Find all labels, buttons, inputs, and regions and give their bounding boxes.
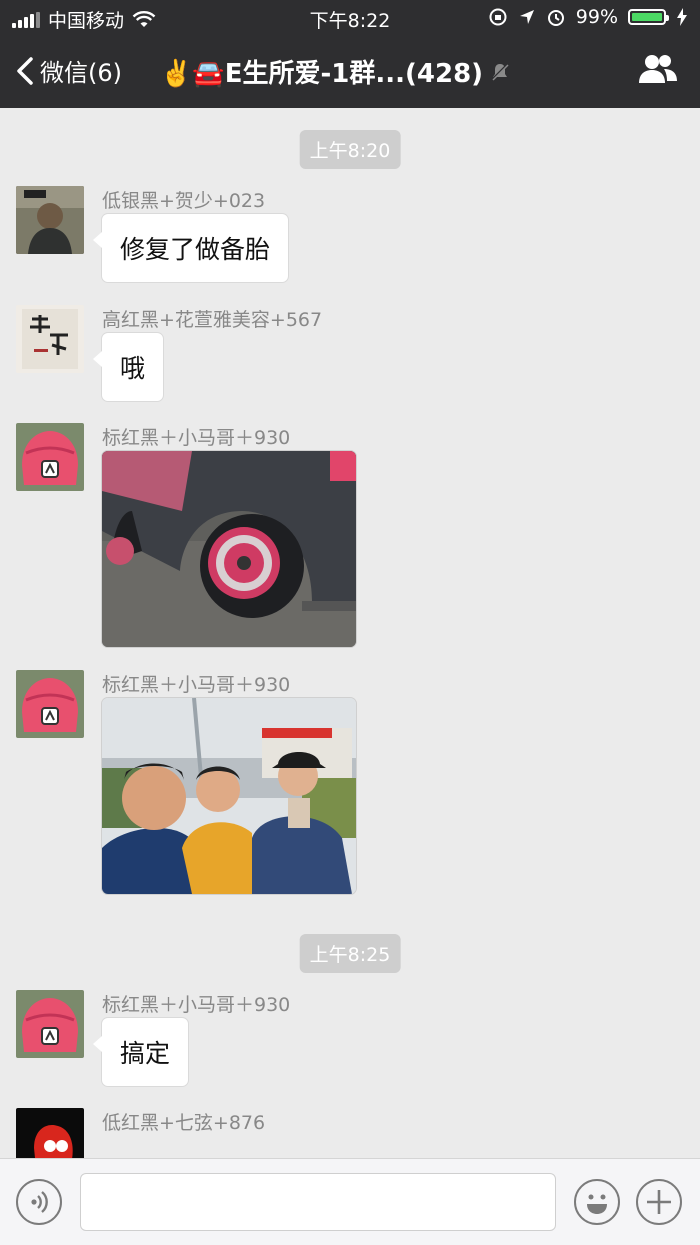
- voice-button[interactable]: [16, 1179, 62, 1225]
- message-bubble[interactable]: 哦: [92, 333, 164, 401]
- sender-name: 高红黑+花萱雅美容+567: [102, 309, 323, 331]
- alarm-icon: [547, 10, 564, 26]
- message-bubble[interactable]: 搞定: [92, 1018, 189, 1086]
- plus-icon: [647, 1190, 671, 1214]
- battery-icon: [628, 9, 669, 25]
- back-label: 微信(6): [40, 59, 122, 87]
- charging-icon: [677, 8, 687, 26]
- car-wheel-photo[interactable]: [102, 451, 356, 647]
- nav-bar: 微信(6) ✌️🚘E生所爱-1群...(428): [0, 40, 700, 104]
- orientation-lock-icon: [489, 8, 507, 26]
- plus-button[interactable]: [636, 1179, 682, 1225]
- input-bar: [0, 1158, 700, 1245]
- sender-name: 标红黑＋小马哥＋930: [102, 674, 291, 696]
- message-bubble[interactable]: 修复了做备胎: [92, 214, 289, 282]
- time-divider: 上午8:25: [299, 934, 401, 973]
- avatar[interactable]: [16, 305, 84, 373]
- group-selfie-photo[interactable]: [102, 698, 356, 894]
- avatar[interactable]: [16, 990, 84, 1058]
- group-members-icon[interactable]: [638, 52, 678, 88]
- bell-off-icon: [491, 62, 509, 81]
- avatar[interactable]: [16, 423, 84, 491]
- sender-name: 标红黑＋小马哥＋930: [102, 994, 291, 1016]
- message-input[interactable]: [80, 1173, 556, 1231]
- emoji-button[interactable]: [574, 1179, 620, 1225]
- chat-title: ✌️🚘E生所爱-1群...(428): [160, 59, 484, 89]
- back-button[interactable]: 微信(6): [16, 53, 122, 88]
- time-divider: 上午8:20: [299, 130, 401, 169]
- avatar[interactable]: [16, 670, 84, 738]
- chat-title-area[interactable]: ✌️🚘E生所爱-1群...(428): [160, 53, 511, 90]
- sender-name: 标红黑＋小马哥＋930: [102, 427, 291, 449]
- battery-percent: 99%: [575, 6, 618, 28]
- chevron-left-icon: [17, 56, 33, 85]
- status-bar: 中国移动 下午8:22 99%: [0, 0, 700, 36]
- sender-name: 低红黑+七弦+876: [102, 1112, 266, 1134]
- voice-icon: [31, 1191, 48, 1213]
- top-bar: 中国移动 下午8:22 99% 微信(6) ✌️🚘E生所爱-1群...(428): [0, 0, 700, 108]
- sender-name: 低银黑+贺少+023: [102, 190, 266, 212]
- emoji-icon: [587, 1194, 607, 1214]
- avatar[interactable]: [16, 186, 84, 254]
- location-icon: [519, 10, 534, 24]
